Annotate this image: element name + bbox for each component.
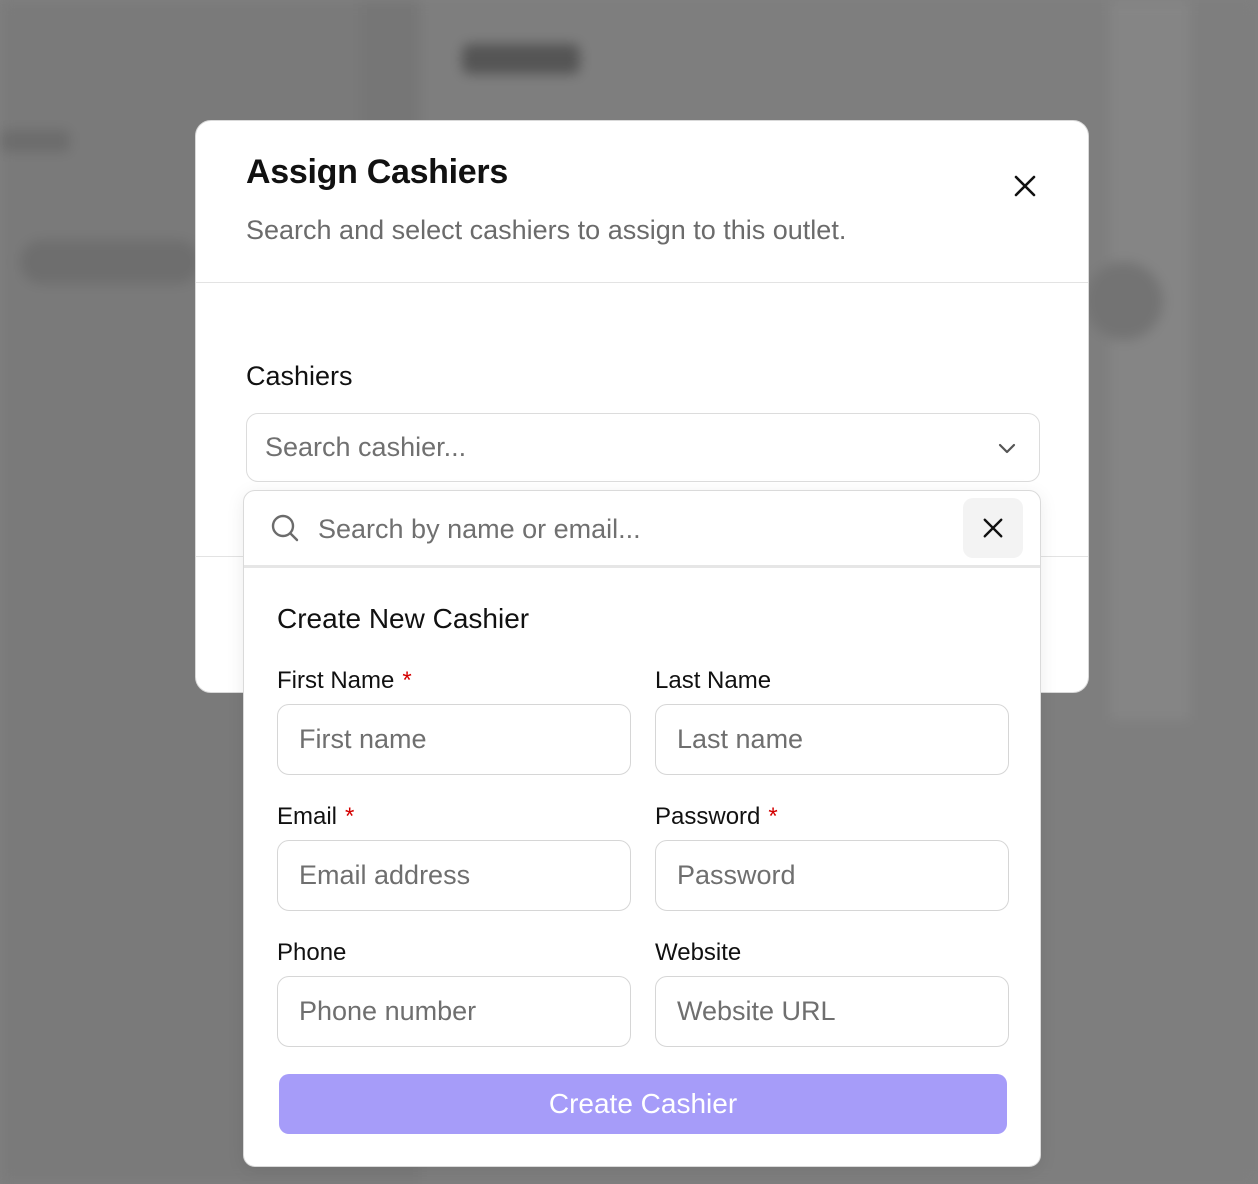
background-title — [462, 44, 580, 74]
last-name-field[interactable] — [655, 704, 1009, 775]
phone-field[interactable] — [277, 976, 631, 1047]
website-field[interactable] — [655, 976, 1009, 1047]
cashier-select[interactable]: Search cashier... — [246, 413, 1040, 482]
required-marker: * — [402, 667, 412, 694]
website-label-text: Website — [655, 939, 742, 966]
create-cashier-button[interactable]: Create Cashier — [279, 1074, 1007, 1134]
background-rail — [360, 0, 420, 140]
password-label-text: Password — [655, 803, 761, 830]
required-marker: * — [345, 803, 355, 830]
background-panel — [1110, 0, 1190, 720]
cashier-dropdown: Create New Cashier First Name * Last Name… — [243, 490, 1041, 1167]
last-name-label: Last Name — [655, 667, 771, 695]
chevron-down-icon — [998, 443, 1016, 454]
search-clear-button[interactable] — [963, 498, 1023, 558]
email-label-text: Email — [277, 803, 338, 830]
dropdown-search-input[interactable] — [316, 505, 940, 553]
password-field[interactable] — [655, 840, 1009, 911]
close-icon — [983, 518, 1003, 538]
search-icon — [271, 514, 299, 542]
modal-subtitle: Search and select cashiers to assign to … — [246, 215, 847, 245]
modal-title: Assign Cashiers — [246, 153, 508, 191]
modal-header-divider — [196, 282, 1088, 283]
background-text — [0, 130, 70, 152]
dropdown-search-bar — [244, 491, 1040, 568]
cashier-select-placeholder: Search cashier... — [265, 432, 467, 462]
email-label: Email * — [277, 803, 354, 831]
background-pill — [20, 240, 200, 284]
website-label: Website — [655, 939, 741, 967]
background-button — [1085, 262, 1163, 340]
required-marker: * — [768, 803, 778, 830]
phone-label-text: Phone — [277, 939, 347, 966]
password-label: Password * — [655, 803, 778, 831]
create-cashier-title: Create New Cashier — [277, 603, 530, 634]
first-name-field[interactable] — [277, 704, 631, 775]
phone-label: Phone — [277, 939, 346, 967]
modal-close-button[interactable] — [1008, 169, 1042, 203]
first-name-label-text: First Name — [277, 667, 395, 694]
close-icon — [1014, 175, 1036, 197]
cashiers-label: Cashiers — [246, 361, 353, 391]
last-name-label-text: Last Name — [655, 667, 772, 694]
first-name-label: First Name * — [277, 667, 412, 695]
email-field[interactable] — [277, 840, 631, 911]
